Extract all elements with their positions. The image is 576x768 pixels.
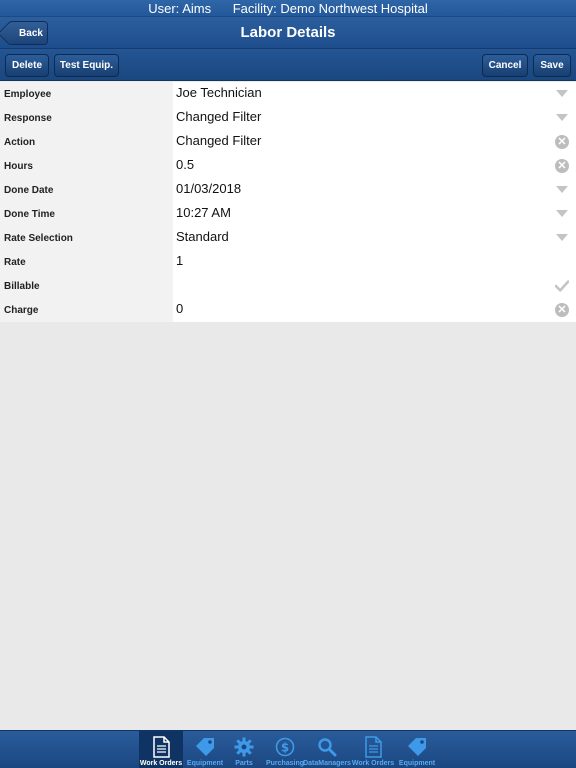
- bottom-tab-bar: Work Orders Equipment Parts $ Purchasing Data…: [0, 730, 576, 768]
- gear-icon: [233, 736, 255, 758]
- field-row-hours: Hours 0.5 ✕: [0, 154, 576, 178]
- field-row-billable: Billable: [0, 274, 576, 298]
- field-label-action: Action: [4, 137, 36, 148]
- tab-work-orders[interactable]: Work Orders: [139, 731, 183, 768]
- document-icon: [362, 736, 384, 758]
- field-value-text: Changed Filter: [176, 133, 262, 148]
- field-row-response: Response Changed Filter: [0, 106, 576, 130]
- field-value-text: 10:27 AM: [176, 205, 231, 220]
- delete-button[interactable]: Delete: [5, 54, 49, 77]
- tab-label: Parts: [235, 760, 253, 767]
- dropdown-arrow-icon[interactable]: [555, 231, 569, 245]
- tab-work-orders[interactable]: Work Orders: [351, 731, 395, 768]
- cancel-button[interactable]: Cancel: [482, 54, 528, 77]
- labor-details-form: Employee Joe Technician Response Changed Fi…: [0, 82, 576, 322]
- tab-label: Equipment: [186, 760, 224, 767]
- clear-icon[interactable]: ✕: [555, 159, 569, 173]
- field-row-done-date: Done Date 01/03/2018: [0, 178, 576, 202]
- document-icon: [150, 736, 172, 758]
- action-toolbar: Delete Test Equip. Cancel Save: [0, 49, 576, 81]
- dropdown-arrow-icon[interactable]: [555, 87, 569, 101]
- tab-equipment[interactable]: Equipment: [395, 731, 439, 768]
- back-button-label: Back: [19, 27, 43, 39]
- tab-label: Equipment: [398, 760, 436, 767]
- field-label-rate: Rate: [4, 257, 26, 268]
- field-row-done-time: Done Time 10:27 AM: [0, 202, 576, 226]
- save-button[interactable]: Save: [533, 54, 571, 77]
- user-name: User: Aims: [148, 1, 212, 16]
- field-value-done-time[interactable]: 10:27 AM: [173, 202, 576, 226]
- field-label-done-date: Done Date: [4, 185, 54, 196]
- dropdown-arrow-icon[interactable]: [555, 183, 569, 197]
- navigation-bar: Labor Details Back: [0, 17, 576, 49]
- field-value-text: Standard: [176, 229, 229, 244]
- svg-text:$: $: [281, 741, 289, 755]
- tab-label: Work Orders: [139, 760, 183, 767]
- tag-icon: [406, 736, 428, 758]
- field-value-employee[interactable]: Joe Technician: [173, 82, 576, 106]
- user-info-bar: User: Aims Facility: Demo Northwest Hosp…: [0, 0, 576, 17]
- field-value-text: Changed Filter: [176, 109, 262, 124]
- field-value-charge[interactable]: 0 ✕: [173, 298, 576, 322]
- tag-icon: [194, 736, 216, 758]
- field-value-text: 0.5: [176, 157, 195, 172]
- clear-icon[interactable]: ✕: [555, 135, 569, 149]
- tab-parts[interactable]: Parts: [222, 731, 266, 768]
- field-value-hours[interactable]: 0.5 ✕: [173, 154, 576, 178]
- field-label-response: Response: [4, 113, 52, 124]
- search-icon: [316, 736, 338, 758]
- field-value-rate-selection[interactable]: Standard: [173, 226, 576, 250]
- field-label-charge: Charge: [4, 305, 39, 316]
- tab-label: DataManagers: [303, 760, 351, 767]
- field-label-rate-selection: Rate Selection: [4, 233, 73, 244]
- field-row-rate-selection: Rate Selection Standard: [0, 226, 576, 250]
- dropdown-arrow-icon[interactable]: [555, 207, 569, 221]
- field-value-text: 01/03/2018: [176, 181, 242, 196]
- tab-purchasing[interactable]: $ Purchasing: [263, 731, 307, 768]
- dollar-icon: $: [274, 736, 296, 758]
- field-row-charge: Charge 0 ✕: [0, 298, 576, 322]
- field-value-rate[interactable]: 1: [173, 250, 576, 274]
- field-value-done-date[interactable]: 01/03/2018: [173, 178, 576, 202]
- field-row-rate: Rate 1: [0, 250, 576, 274]
- field-value-response[interactable]: Changed Filter: [173, 106, 576, 130]
- dropdown-arrow-icon[interactable]: [555, 111, 569, 125]
- tab-label: Work Orders: [351, 760, 395, 767]
- page-title: Labor Details: [240, 24, 336, 41]
- facility-name: Facility: Demo Northwest Hospital: [232, 1, 428, 16]
- tab-label: Purchasing: [265, 760, 305, 767]
- field-label-done-time: Done Time: [4, 209, 55, 220]
- field-value-text: 1: [176, 253, 184, 268]
- field-label-billable: Billable: [4, 281, 40, 292]
- test-equip-button[interactable]: Test Equip.: [54, 54, 119, 77]
- field-row-employee: Employee Joe Technician: [0, 82, 576, 106]
- field-value-text: Joe Technician: [176, 85, 262, 100]
- back-button[interactable]: Back: [8, 21, 48, 45]
- field-value-billable[interactable]: [173, 274, 576, 298]
- field-label-employee: Employee: [4, 89, 52, 100]
- field-row-action: Action Changed Filter ✕: [0, 130, 576, 154]
- tab-equipment[interactable]: Equipment: [183, 731, 227, 768]
- tab-datamanagers[interactable]: DataManagers: [303, 731, 351, 768]
- checkmark-icon[interactable]: [555, 279, 569, 293]
- field-value-action[interactable]: Changed Filter ✕: [173, 130, 576, 154]
- clear-icon[interactable]: ✕: [555, 303, 569, 317]
- field-value-text: 0: [176, 301, 184, 316]
- field-label-hours: Hours: [4, 161, 33, 172]
